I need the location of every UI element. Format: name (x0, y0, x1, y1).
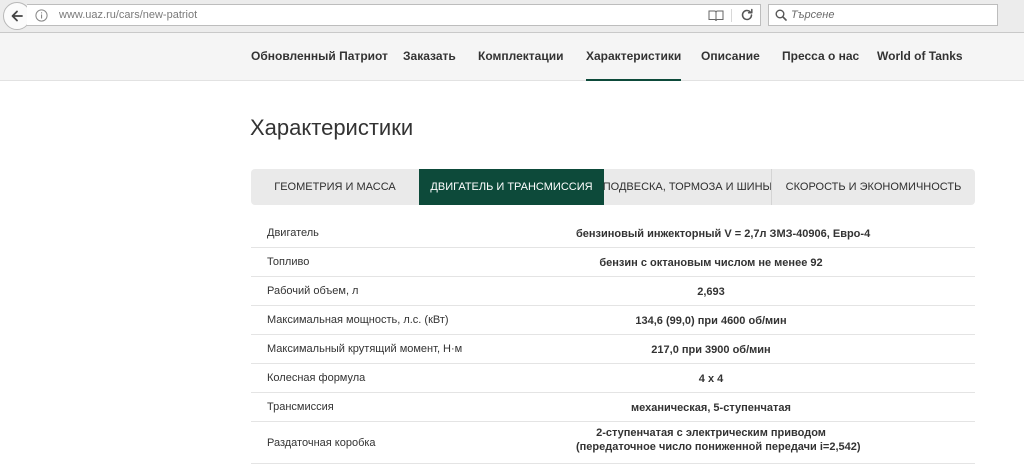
tab-speed-economy[interactable]: СКОРОСТЬ И ЭКОНОМИЧНОСТЬ (772, 169, 975, 205)
spec-value: бензин с октановым числом не менее 92 (599, 257, 823, 269)
reload-icon[interactable] (740, 8, 754, 22)
spec-row-engine: Двигатель бензиновый инжекторный V = 2,7… (251, 219, 975, 248)
spec-value: 2,693 (697, 286, 725, 298)
spec-value: 2-ступенчатая с электрическим приводом (… (576, 427, 861, 453)
spec-row-transfer-case: Раздаточная коробка 2-ступенчатая с элек… (251, 422, 975, 464)
url-text[interactable]: www.uaz.ru/cars/new-patriot (59, 9, 197, 21)
reader-view-icon[interactable] (708, 9, 724, 22)
nav-item-description[interactable]: Описание (701, 49, 760, 63)
spec-label: Рабочий объем, л (267, 285, 359, 297)
browser-toolbar: www.uaz.ru/cars/new-patriot (0, 0, 1024, 33)
spec-label: Двигатель (267, 227, 319, 239)
spec-row-max-torque: Максимальный крутящий момент, Н·м 217,0 … (251, 335, 975, 364)
spec-value: 4 x 4 (698, 373, 724, 385)
search-input[interactable] (791, 6, 991, 24)
spec-value: 134,6 (99,0) при 4600 об/мин (635, 315, 787, 327)
spec-value: бензиновый инжекторный V = 2,7л ЗМЗ-4090… (576, 228, 871, 240)
nav-item-trim-levels[interactable]: Комплектации (478, 49, 563, 63)
tab-engine-transmission[interactable]: ДВИГАТЕЛЬ И ТРАНСМИССИЯ (419, 169, 604, 205)
spec-row-fuel: Топливо бензин с октановым числом не мен… (251, 248, 975, 277)
nav-item-specifications[interactable]: Характеристики (586, 49, 682, 81)
site-nav: Обновленный Патриот Заказать Комплектаци… (0, 33, 1024, 81)
search-icon (775, 9, 787, 21)
search-bar[interactable] (768, 4, 998, 26)
nav-item-updated-patriot[interactable]: Обновленный Патриот (251, 49, 388, 63)
nav-item-order[interactable]: Заказать (403, 49, 456, 63)
spec-table: Двигатель бензиновый инжекторный V = 2,7… (251, 219, 975, 464)
spec-value: 217,0 при 3900 об/мин (651, 344, 771, 356)
spec-label: Максимальный крутящий момент, Н·м (267, 343, 463, 355)
spec-label: Раздаточная коробка (267, 437, 376, 449)
nav-item-world-of-tanks[interactable]: World of Tanks (877, 49, 963, 63)
spec-value: механическая, 5-ступенчатая (631, 402, 791, 414)
arrow-left-icon (11, 10, 23, 22)
urlbar-divider (731, 9, 732, 22)
tab-geometry-weight[interactable]: ГЕОМЕТРИЯ И МАССА (251, 169, 419, 205)
spec-label: Колесная формула (267, 372, 366, 384)
page-title: Характеристики (250, 115, 414, 140)
spec-row-transmission: Трансмиссия механическая, 5-ступенчатая (251, 393, 975, 422)
info-icon[interactable] (35, 9, 48, 22)
address-bar[interactable]: www.uaz.ru/cars/new-patriot (27, 4, 761, 26)
spec-label: Трансмиссия (267, 401, 334, 413)
spec-label: Топливо (267, 256, 310, 268)
tab-suspension-brakes-tires[interactable]: ПОДВЕСКА, ТОРМОЗА И ШИНЫ (603, 169, 773, 205)
spec-row-displacement: Рабочий объем, л 2,693 (251, 277, 975, 306)
spec-row-max-power: Максимальная мощность, л.с. (кВт) 134,6 … (251, 306, 975, 335)
spec-tabs: ГЕОМЕТРИЯ И МАССА ДВИГАТЕЛЬ И ТРАНСМИССИ… (251, 169, 975, 205)
spec-label: Максимальная мощность, л.с. (кВт) (267, 314, 449, 326)
spec-row-wheel-formula: Колесная формула 4 x 4 (251, 364, 975, 393)
nav-item-press[interactable]: Пресса о нас (782, 49, 859, 63)
